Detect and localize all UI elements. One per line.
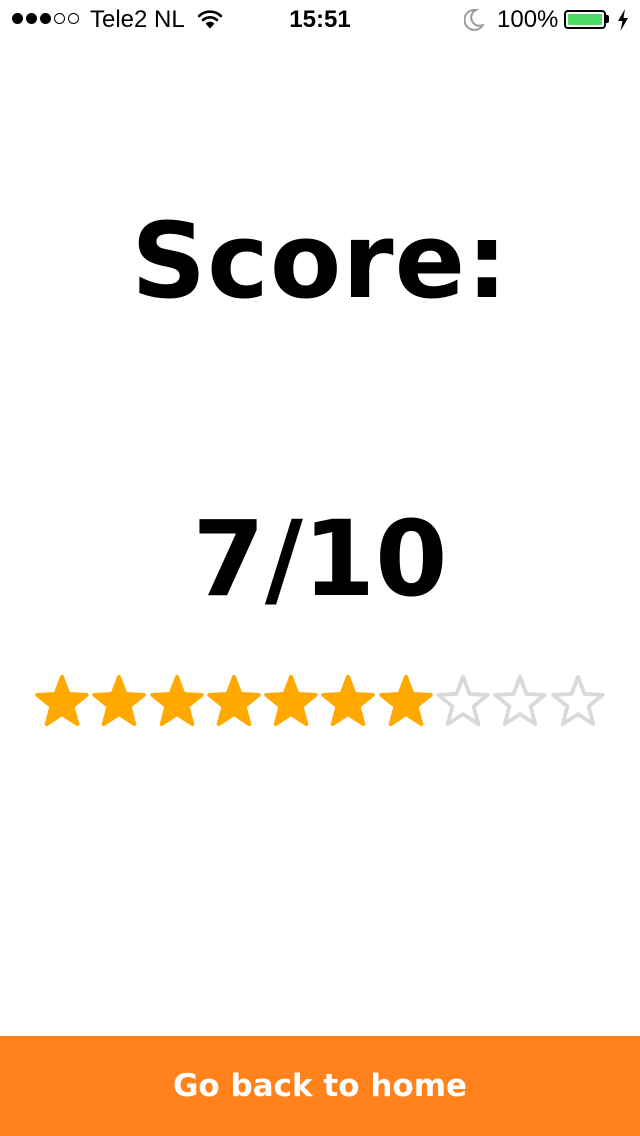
moon-icon [463, 8, 486, 35]
star-filled-icon [148, 672, 205, 732]
star-empty-icon [434, 672, 491, 732]
star-empty-icon [491, 672, 548, 732]
star-filled-icon [33, 672, 90, 732]
battery-fill [568, 14, 602, 25]
battery-icon [564, 10, 606, 29]
star-empty-icon [549, 672, 606, 732]
battery-percent: 100% [497, 6, 559, 33]
battery-cap [606, 15, 609, 23]
star-filled-icon [377, 672, 434, 732]
score-screen: Tele2 NL 15:51 100% Score: 7/10 Go back … [0, 0, 640, 1136]
status-bar: Tele2 NL 15:51 100% [0, 0, 640, 40]
star-rating [33, 672, 609, 732]
score-value: 7/10 [192, 498, 448, 620]
charging-bolt-icon [617, 9, 629, 35]
star-filled-icon [262, 672, 319, 732]
score-title: Score: [131, 200, 509, 322]
star-filled-icon [90, 672, 147, 732]
star-filled-icon [319, 672, 376, 732]
go-home-button[interactable]: Go back to home [0, 1036, 640, 1136]
star-filled-icon [205, 672, 262, 732]
